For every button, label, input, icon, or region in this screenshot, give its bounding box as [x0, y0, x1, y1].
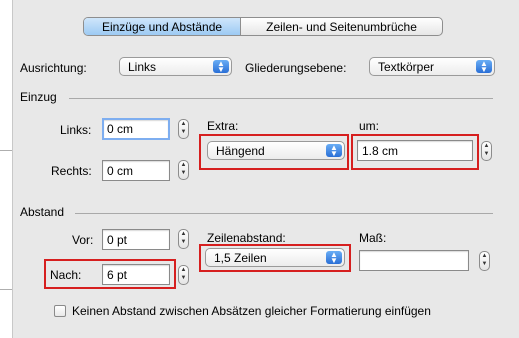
line-spacing-label: Zeilenabstand: [207, 231, 286, 245]
spacing-before-label: Vor: [72, 233, 94, 247]
spacing-after-stepper[interactable]: ▲ ▼ [178, 265, 189, 285]
popup-arrows-icon: ▲ ▼ [326, 143, 342, 157]
popup-arrows-icon: ▲ ▼ [326, 250, 342, 264]
indent-separator [69, 98, 493, 99]
outline-level-label: Gliederungsebene: [245, 61, 347, 75]
line-spacing-at-stepper[interactable]: ▲ ▼ [479, 251, 490, 271]
background-divider [0, 150, 12, 151]
indent-left-field[interactable]: 0 cm [102, 118, 170, 140]
background-window [0, 0, 12, 338]
tab-bar: Einzüge und Abstände Zeilen- und Seitenu… [83, 17, 443, 36]
alignment-label: Ausrichtung: [20, 61, 87, 75]
popup-arrows-icon: ▲ ▼ [213, 59, 229, 73]
line-spacing-at-label: Maß: [359, 231, 387, 245]
alignment-value: Links [128, 59, 157, 74]
spacing-after-label: Nach: [50, 268, 82, 282]
indent-left-stepper[interactable]: ▲ ▼ [178, 119, 189, 139]
alignment-popup[interactable]: Links ▲ ▼ [119, 57, 232, 76]
spacing-after-field[interactable]: 6 pt [102, 264, 170, 285]
indent-extra-value: Hängend [216, 143, 265, 158]
no-space-same-style-checkbox[interactable] [54, 305, 66, 317]
indent-by-field[interactable]: 1.8 cm [357, 140, 473, 161]
indent-by-stepper[interactable]: ▲ ▼ [481, 141, 492, 161]
line-spacing-popup[interactable]: 1,5 Zeilen ▲ ▼ [205, 248, 345, 267]
tab-line-and-page-breaks[interactable]: Zeilen- und Seitenumbrüche [241, 18, 442, 35]
indent-by-label: um: [359, 119, 380, 133]
indent-right-field[interactable]: 0 cm [102, 160, 170, 181]
indent-extra-popup[interactable]: Hängend ▲ ▼ [207, 141, 345, 160]
indent-section-title: Einzug [20, 90, 57, 104]
spacing-section-title: Abstand [20, 205, 65, 219]
background-divider [0, 289, 12, 290]
spacing-before-field[interactable]: 0 pt [102, 229, 170, 250]
outline-level-value: Textkörper [378, 59, 435, 74]
indent-right-label: Rechts: [51, 164, 92, 178]
indent-extra-label: Extra: [207, 119, 239, 133]
tab-indents-and-spacing[interactable]: Einzüge und Abstände [84, 18, 241, 35]
popup-arrows-icon: ▲ ▼ [476, 59, 492, 73]
no-space-same-style-label: Keinen Abstand zwischen Absätzen gleiche… [72, 304, 431, 318]
outline-level-popup[interactable]: Textkörper ▲ ▼ [369, 57, 495, 76]
indent-left-label: Links: [60, 123, 92, 137]
spacing-separator [75, 213, 493, 214]
line-spacing-value: 1,5 Zeilen [214, 250, 267, 265]
line-spacing-at-field[interactable] [359, 250, 469, 271]
indent-right-stepper[interactable]: ▲ ▼ [178, 160, 189, 180]
spacing-before-stepper[interactable]: ▲ ▼ [178, 229, 189, 249]
